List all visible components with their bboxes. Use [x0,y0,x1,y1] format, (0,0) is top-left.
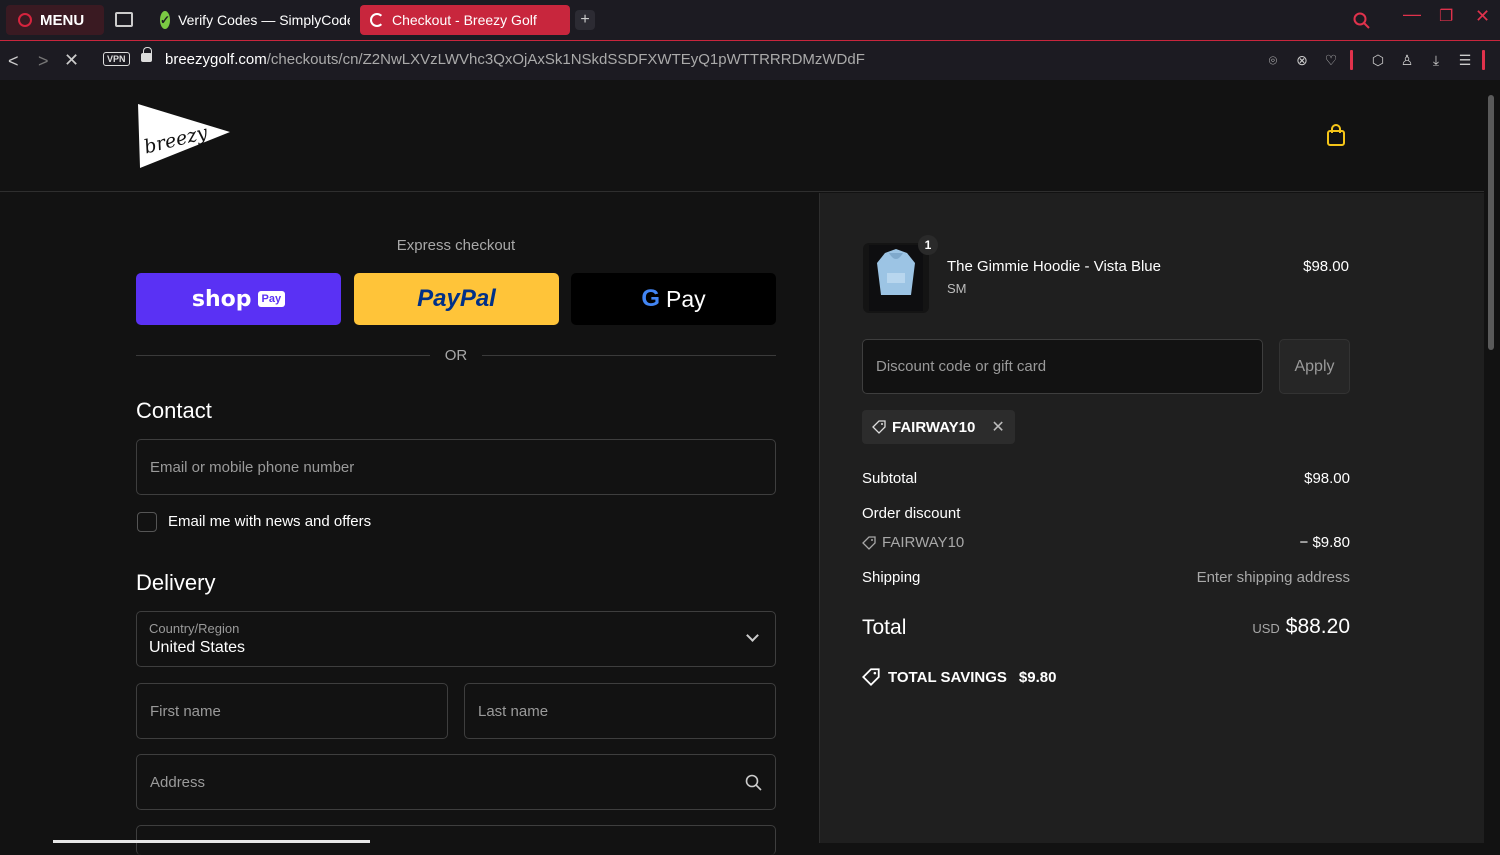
restore-icon[interactable]: ❐ [1439,6,1453,26]
easy-setup-icon[interactable]: ☰ [1457,52,1473,68]
discount-code-input[interactable]: Discount code or gift card [862,339,1263,394]
checkout-form: Express checkout shop Pay PayPal G Pay O… [0,193,818,855]
shipping-value: Enter shipping address [1196,569,1350,586]
address-bar: < > ✕ VPN breezygolf.com/checkouts/cn/Z2… [0,41,1500,80]
savings-label: TOTAL SAVINGS [888,668,1007,686]
last-name-placeholder: Last name [478,702,549,720]
applied-code: FAIRWAY10 [892,418,976,436]
breezy-logo[interactable]: breezy [136,102,232,170]
total-currency: USD [1252,621,1280,636]
order-summary: 1 The Gimmie Hoodie - Vista Blue SM $98.… [819,193,1484,843]
lock-icon[interactable] [141,47,152,62]
newsletter-checkbox[interactable] [137,512,157,532]
url-path: /checkouts/cn/Z2NwLXVzLWVhc3QxOjAxSk1NSk… [266,51,865,68]
url-field[interactable]: breezygolf.com/checkouts/cn/Z2NwLXVzLWVh… [165,51,865,68]
shop-pay-button[interactable]: shop Pay [136,273,341,325]
store-header: breezy [0,80,1484,192]
browser-tab-bar: MENU ✓ Verify Codes — SimplyCodes Checko… [0,0,1500,40]
discount-placeholder: Discount code or gift card [876,358,1047,375]
camera-icon[interactable]: ⌾ [1265,52,1281,68]
search-icon [745,774,762,791]
apply-button[interactable]: Apply [1279,339,1350,394]
delivery-heading: Delivery [136,570,216,595]
last-name-field[interactable]: Last name [464,683,776,739]
applied-code-chip: FAIRWAY10 ✕ [862,410,1015,444]
newsletter-label: Email me with news and offers [168,513,372,530]
browser-menu-button[interactable]: MENU [6,5,104,35]
tab-title: Verify Codes — SimplyCodes [178,12,350,28]
tab-verify-codes[interactable]: ✓ Verify Codes — SimplyCodes [150,5,350,35]
savings-value: $9.80 [1018,668,1057,686]
order-discount-label: Order discount [862,505,961,522]
adblock-icon[interactable]: ⊗ [1294,52,1310,68]
google-g-icon: G [641,285,661,312]
extensions-cube-icon[interactable]: ⬡ [1370,52,1386,68]
product-thumbnail [863,243,929,313]
tab-title: Checkout - Breezy Golf [392,12,537,28]
shop-pay-badge: Pay [257,291,286,307]
express-checkout-title: Express checkout [396,237,516,254]
simplycodes-favicon-icon: ✓ [160,11,171,29]
download-icon[interactable]: ⤓ [1428,52,1444,68]
forward-icon[interactable]: > [38,51,49,72]
address-placeholder: Address [150,773,206,791]
stop-loading-icon[interactable]: ✕ [64,50,79,71]
email-placeholder: Email or mobile phone number [150,458,355,476]
email-field[interactable]: Email or mobile phone number [136,439,776,495]
shop-label: shop [191,286,252,312]
url-domain: breezygolf.com [165,51,267,68]
separator [1482,50,1485,70]
scrollbar-thumb[interactable] [1488,95,1494,350]
first-name-field[interactable]: First name [136,683,448,739]
tab-checkout[interactable]: Checkout - Breezy Golf [360,5,570,35]
opera-logo-icon [18,13,32,27]
separator [1350,50,1353,70]
country-label: Country/Region [149,621,240,636]
minimize-icon[interactable]: — [1403,4,1421,25]
new-tab-button[interactable]: + [575,10,595,30]
close-window-icon[interactable]: ✕ [1475,6,1490,27]
search-icon[interactable] [1353,12,1371,30]
discount-code-label: FAIRWAY10 [882,534,965,551]
heart-icon[interactable]: ♡ [1323,52,1339,68]
snapshot-icon[interactable] [115,12,133,27]
google-pay-button[interactable]: G Pay [571,273,776,325]
profile-icon[interactable]: ♙ [1399,52,1415,68]
shipping-label: Shipping [862,569,921,586]
loading-spinner-icon [370,13,384,27]
first-name-placeholder: First name [150,702,221,720]
address-field[interactable]: Address [136,754,776,810]
or-divider: OR [136,345,776,365]
product-variant: SM [947,281,967,296]
vpn-badge[interactable]: VPN [103,52,130,66]
total-value-row: USD $88.20 [1150,615,1350,639]
total-savings: TOTAL SAVINGS $9.80 [862,668,1056,686]
remove-code-icon[interactable]: ✕ [991,417,1004,437]
subtotal-label: Subtotal [862,470,918,487]
total-label: Total [862,616,907,639]
back-icon[interactable]: < [8,51,19,72]
tag-icon [872,420,886,434]
quantity-badge: 1 [918,235,938,255]
total-amount: $88.20 [1285,615,1350,638]
savings-tag-icon [862,668,880,686]
tag-icon [862,535,876,550]
paypal-label: PayPal [417,285,496,312]
product-price: $98.00 [1303,258,1349,275]
gpay-label: Pay [666,285,706,312]
product-name: The Gimmie Hoodie - Vista Blue [947,258,1161,275]
menu-label: MENU [40,11,85,29]
country-value: United States [149,639,246,656]
contact-heading: Contact [136,398,212,423]
hoodie-image [869,245,923,311]
cart-bag-icon[interactable] [1326,124,1346,146]
discount-value: − $9.80 [1299,534,1350,551]
discount-code-row: FAIRWAY10 [862,534,964,551]
subtotal-value: $98.00 [1304,470,1350,487]
paypal-button[interactable]: PayPal [354,273,559,325]
